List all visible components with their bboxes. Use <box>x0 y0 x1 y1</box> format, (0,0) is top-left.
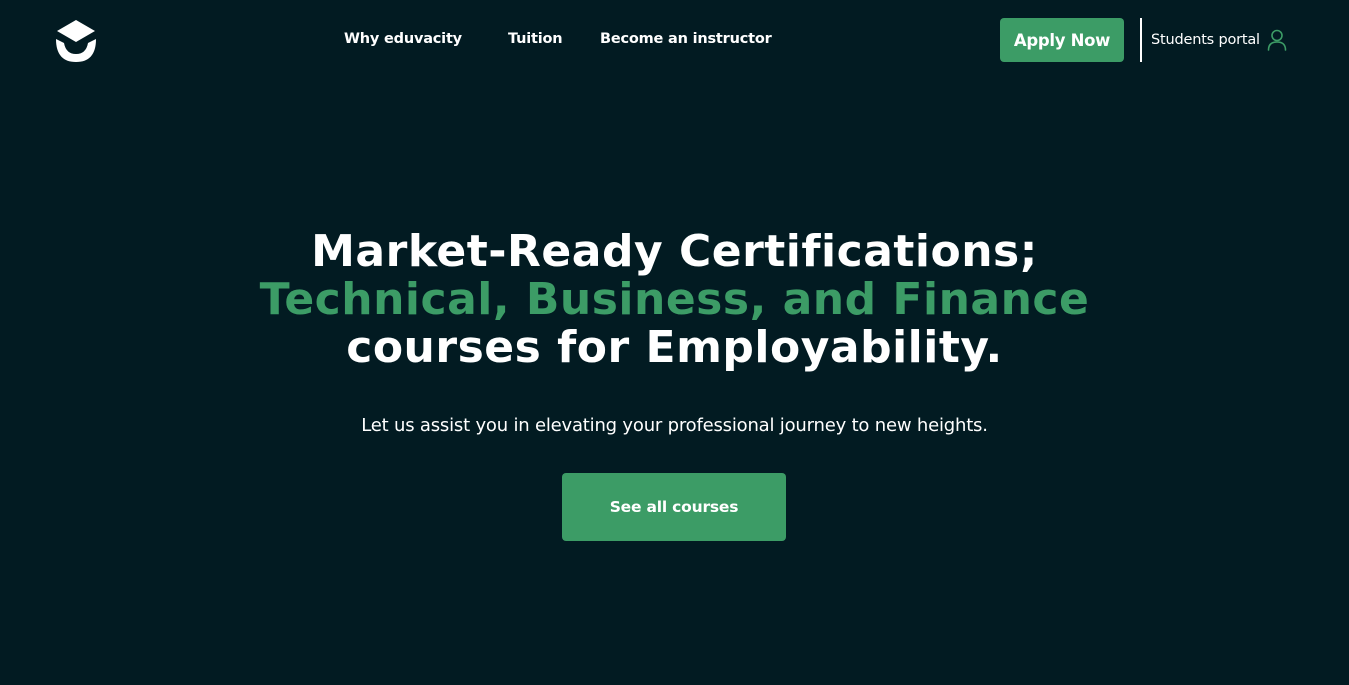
apply-now-button[interactable]: Apply Now <box>1000 18 1124 62</box>
nav-link-become-instructor[interactable]: Become an instructor <box>600 31 772 47</box>
header-divider <box>1140 18 1142 62</box>
eduvacity-logo[interactable] <box>54 19 98 63</box>
students-portal-label: Students portal <box>1151 32 1260 48</box>
nav-link-why-eduvacity[interactable]: Why eduvacity <box>344 31 462 47</box>
hero-title-line-2: Technical, Business, and Finance <box>259 274 1090 325</box>
nav-link-tuition[interactable]: Tuition <box>508 31 563 47</box>
hero-title: Market-Ready Certifications; Technical, … <box>0 228 1349 372</box>
page: Why eduvacity Tuition Become an instruct… <box>0 0 1349 685</box>
see-all-courses-button[interactable]: See all courses <box>562 473 786 541</box>
graduation-cap-smile-logo-icon <box>56 20 96 62</box>
hero-title-line-3: courses for Employability. <box>346 322 1003 373</box>
user-icon <box>1267 29 1287 51</box>
hero-subtitle: Let us assist you in elevating your prof… <box>361 415 988 436</box>
students-portal-link[interactable]: Students portal <box>1151 27 1287 53</box>
hero-title-line-1: Market-Ready Certifications; <box>311 226 1038 277</box>
